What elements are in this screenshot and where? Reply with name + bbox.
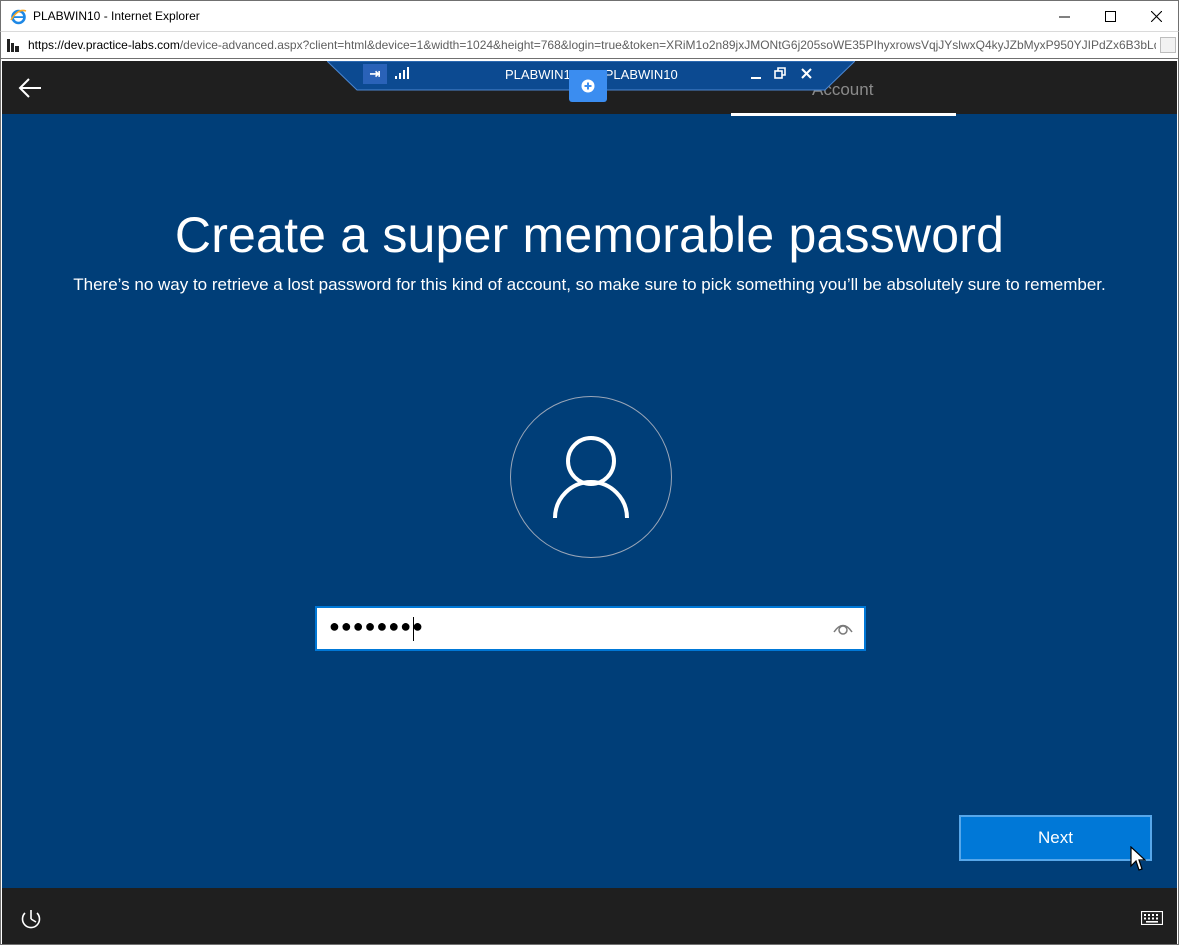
eye-icon[interactable]	[832, 619, 854, 637]
url-text[interactable]: https://dev.practice-labs.com/device-adv…	[28, 38, 1156, 52]
ease-of-access-icon[interactable]	[20, 908, 42, 930]
close-icon	[1150, 11, 1162, 22]
minimize-button[interactable]	[1041, 1, 1087, 32]
close-icon	[800, 68, 812, 79]
minimize-icon	[751, 77, 761, 79]
oobe-bottom-bar	[2, 888, 1177, 944]
remote-restore-button[interactable]	[773, 67, 787, 81]
plus-icon	[581, 79, 595, 93]
password-field[interactable]: ●●●●●●●●	[315, 606, 866, 651]
next-button[interactable]: Next	[959, 815, 1152, 861]
password-value[interactable]: ●●●●●●●●	[329, 616, 424, 637]
url-scheme: https://dev.	[28, 38, 86, 52]
address-scroll-button[interactable]	[1160, 37, 1176, 53]
site-icon	[7, 39, 19, 52]
page-title: Create a super memorable password	[174, 207, 1005, 263]
mouse-cursor-icon	[1130, 846, 1146, 871]
remote-connection-bar[interactable]: ⇥ PLABWIN1 PLABWIN10	[327, 61, 855, 102]
pin-button[interactable]: ⇥	[363, 64, 387, 84]
avatar	[510, 396, 672, 558]
restore-icon	[774, 67, 786, 79]
maximize-button[interactable]	[1087, 1, 1133, 32]
ie-logo-icon	[10, 9, 27, 25]
section-underline	[731, 113, 956, 116]
remote-title-left: PLABWIN1	[505, 67, 571, 82]
window-title: PLABWIN10 - Internet Explorer	[33, 9, 200, 23]
back-button[interactable]	[16, 74, 44, 102]
url-path: /device-advanced.aspx?client=html&device…	[179, 38, 1156, 52]
remote-title-right: PLABWIN10	[604, 67, 678, 82]
address-bar[interactable]: https://dev.practice-labs.com/device-adv…	[0, 31, 1179, 59]
remote-minimize-button[interactable]	[749, 67, 763, 81]
expand-toolbar-button[interactable]	[569, 70, 607, 102]
keyboard-icon[interactable]	[1141, 911, 1163, 925]
back-arrow-icon	[18, 78, 41, 98]
browser-title-bar: PLABWIN10 - Internet Explorer	[0, 0, 1179, 31]
signal-icon	[395, 67, 409, 79]
maximize-icon	[1104, 11, 1116, 22]
close-button[interactable]	[1133, 1, 1179, 32]
page-description: There’s no way to retrieve a lost passwo…	[73, 275, 1106, 294]
user-icon	[553, 436, 629, 519]
text-caret	[413, 617, 414, 641]
remote-session[interactable]: Account ⇥ PLABWIN1 PLABWIN10 Create a su…	[2, 61, 1177, 944]
remote-close-button[interactable]	[799, 67, 813, 81]
url-domain: practice-labs.com	[85, 38, 180, 52]
minimize-icon	[1058, 16, 1070, 18]
